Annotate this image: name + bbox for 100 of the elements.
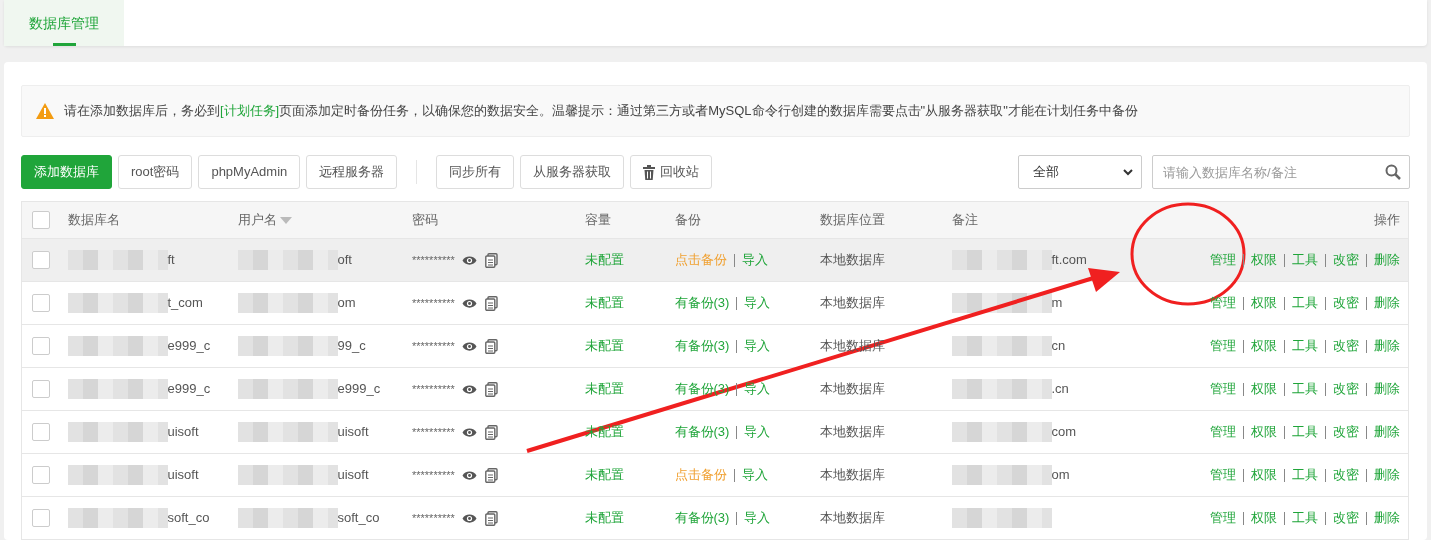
- action-link[interactable]: 权限: [1251, 252, 1277, 268]
- action-link[interactable]: 权限: [1251, 381, 1277, 397]
- row-checkbox[interactable]: [32, 251, 50, 269]
- import-link[interactable]: 导入: [744, 338, 771, 354]
- database-location: 本地数据库: [819, 295, 885, 311]
- database-name: uisoft: [167, 423, 199, 439]
- tab[interactable]: 数据库管理: [4, 0, 124, 46]
- action-link[interactable]: 工具: [1292, 467, 1318, 483]
- search-field[interactable]: 请输入数据库名称/备注: [1152, 155, 1410, 189]
- row-checkbox[interactable]: [32, 509, 50, 527]
- action-link[interactable]: 工具: [1292, 295, 1318, 311]
- copy-icon[interactable]: [485, 252, 499, 268]
- capacity-link[interactable]: 未配置: [584, 510, 624, 526]
- toolbar-button[interactable]: 从服务器获取: [520, 155, 625, 189]
- action-link[interactable]: 权限: [1251, 338, 1277, 354]
- action-link[interactable]: 工具: [1292, 338, 1318, 354]
- action-link[interactable]: 删除: [1374, 510, 1400, 526]
- capacity-link[interactable]: 未配置: [584, 338, 624, 354]
- action-link[interactable]: 管理: [1210, 295, 1236, 311]
- capacity-link[interactable]: 未配置: [584, 467, 624, 483]
- action-link[interactable]: 改密: [1333, 338, 1359, 354]
- toolbar-button[interactable]: 远程服务器: [306, 155, 398, 189]
- action-link[interactable]: 管理: [1210, 467, 1236, 483]
- action-link[interactable]: 改密: [1333, 467, 1359, 483]
- database-name: uisoft: [167, 466, 199, 482]
- warning-icon: [36, 103, 54, 119]
- capacity-link[interactable]: 未配置: [584, 252, 624, 268]
- copy-icon[interactable]: [485, 467, 499, 483]
- capacity-link[interactable]: 未配置: [584, 381, 624, 397]
- eye-icon[interactable]: [462, 383, 478, 395]
- backup-now-link[interactable]: 点击备份: [674, 467, 727, 483]
- toolbar-button[interactable]: 同步所有: [436, 155, 515, 189]
- column-header: 用户名: [237, 212, 277, 228]
- select-all-checkbox[interactable]: [32, 211, 50, 229]
- row-checkbox[interactable]: [32, 337, 50, 355]
- masked-password: **********: [411, 467, 455, 483]
- action-link[interactable]: 删除: [1374, 467, 1400, 483]
- import-link[interactable]: 导入: [741, 252, 768, 268]
- action-link[interactable]: 权限: [1251, 510, 1277, 526]
- eye-icon[interactable]: [462, 254, 478, 266]
- action-link[interactable]: 工具: [1292, 252, 1318, 268]
- backup-now-link[interactable]: 点击备份: [674, 252, 727, 268]
- action-link[interactable]: 管理: [1210, 252, 1236, 268]
- import-link[interactable]: 导入: [744, 295, 771, 311]
- username: uisoft: [337, 466, 369, 482]
- eye-icon[interactable]: [462, 469, 478, 481]
- action-link[interactable]: 改密: [1333, 510, 1359, 526]
- column-header: 操作: [1374, 212, 1400, 228]
- action-link[interactable]: 管理: [1210, 510, 1236, 526]
- eye-icon[interactable]: [462, 426, 478, 438]
- action-link[interactable]: 改密: [1333, 381, 1359, 397]
- action-link[interactable]: 权限: [1251, 295, 1277, 311]
- eye-icon[interactable]: [462, 297, 478, 309]
- copy-icon[interactable]: [485, 295, 499, 311]
- remark: ft.com: [1051, 251, 1087, 267]
- copy-icon[interactable]: [485, 510, 499, 526]
- action-link[interactable]: 删除: [1374, 295, 1400, 311]
- action-link[interactable]: 权限: [1251, 467, 1277, 483]
- backup-list-link[interactable]: 有备份(3): [674, 510, 730, 526]
- backup-list-link[interactable]: 有备份(3): [674, 338, 730, 354]
- username: 99_c: [337, 337, 366, 353]
- action-link[interactable]: 删除: [1374, 252, 1400, 268]
- action-link[interactable]: 管理: [1210, 338, 1236, 354]
- copy-icon[interactable]: [485, 424, 499, 440]
- action-link[interactable]: 改密: [1333, 424, 1359, 440]
- search-icon[interactable]: [1385, 164, 1401, 180]
- action-link[interactable]: 工具: [1292, 381, 1318, 397]
- toolbar-button[interactable]: 回收站: [630, 155, 713, 189]
- import-link[interactable]: 导入: [744, 424, 771, 440]
- action-link[interactable]: 权限: [1251, 424, 1277, 440]
- copy-icon[interactable]: [485, 381, 499, 397]
- column-header: 密码: [411, 212, 438, 228]
- action-link[interactable]: 删除: [1374, 381, 1400, 397]
- row-checkbox[interactable]: [32, 380, 50, 398]
- import-link[interactable]: 导入: [744, 381, 771, 397]
- filter-dropdown[interactable]: 全部: [1018, 155, 1142, 189]
- toolbar-button[interactable]: phpMyAdmin: [198, 155, 301, 189]
- action-link[interactable]: 工具: [1292, 424, 1318, 440]
- eye-icon[interactable]: [462, 512, 478, 524]
- backup-list-link[interactable]: 有备份(3): [674, 424, 730, 440]
- chevron-down-icon: [1123, 168, 1133, 176]
- action-link[interactable]: 工具: [1292, 510, 1318, 526]
- action-link[interactable]: 删除: [1374, 338, 1400, 354]
- toolbar-button[interactable]: 添加数据库: [21, 155, 112, 189]
- action-link[interactable]: 改密: [1333, 252, 1359, 268]
- action-link[interactable]: 删除: [1374, 424, 1400, 440]
- capacity-link[interactable]: 未配置: [584, 295, 624, 311]
- action-link[interactable]: 管理: [1210, 424, 1236, 440]
- row-checkbox[interactable]: [32, 466, 50, 484]
- row-checkbox[interactable]: [32, 423, 50, 441]
- backup-list-link[interactable]: 有备份(3): [674, 295, 730, 311]
- import-link[interactable]: 导入: [744, 510, 771, 526]
- action-link[interactable]: 改密: [1333, 295, 1359, 311]
- import-link[interactable]: 导入: [741, 467, 768, 483]
- row-checkbox[interactable]: [32, 294, 50, 312]
- eye-icon[interactable]: [462, 340, 478, 352]
- action-link[interactable]: 管理: [1210, 381, 1236, 397]
- copy-icon[interactable]: [485, 338, 499, 354]
- toolbar-button[interactable]: root密码: [118, 155, 193, 189]
- remark: om: [1051, 466, 1070, 482]
